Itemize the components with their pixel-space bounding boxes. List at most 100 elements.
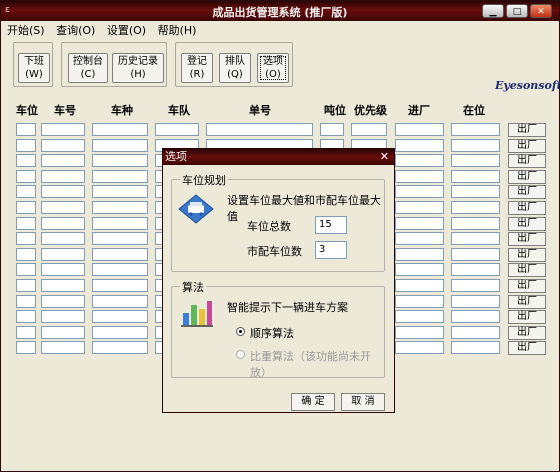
cell-present[interactable] [451, 154, 500, 168]
exit-button[interactable]: 出厂 [508, 263, 546, 278]
exit-button[interactable]: 出厂 [508, 123, 546, 137]
city-slots-input[interactable]: 3 [315, 241, 347, 259]
total-slots-input[interactable]: 15 [315, 216, 347, 234]
cell-plate[interactable] [41, 185, 85, 199]
cell-type[interactable] [92, 247, 148, 261]
exit-button[interactable]: 出厂 [508, 325, 546, 340]
cell-type[interactable] [92, 154, 148, 168]
cell-slot[interactable] [16, 247, 36, 261]
cell-plate[interactable] [41, 138, 85, 152]
cell-type[interactable] [92, 123, 148, 136]
cell-present[interactable] [451, 185, 500, 199]
cell-priority[interactable] [351, 123, 387, 136]
exit-button[interactable]: 出厂 [508, 341, 546, 356]
cell-slot[interactable] [16, 201, 36, 214]
cell-present[interactable] [451, 310, 500, 324]
exit-button[interactable]: 出厂 [508, 201, 546, 215]
cell-slot[interactable] [16, 123, 36, 136]
register-button[interactable]: 登记 (R) [181, 53, 213, 83]
cell-enter[interactable] [395, 279, 444, 292]
cell-present[interactable] [451, 201, 500, 214]
off-duty-button[interactable]: 下班 (W) [18, 53, 50, 83]
cell-plate[interactable] [41, 169, 85, 183]
cell-type[interactable] [92, 294, 148, 308]
cell-type[interactable] [92, 232, 148, 246]
radio-weighted[interactable] [236, 350, 245, 359]
cell-present[interactable] [451, 279, 500, 292]
queue-button[interactable]: 排队 (Q) [219, 53, 251, 83]
exit-button[interactable]: 出厂 [508, 294, 546, 309]
cell-enter[interactable] [395, 341, 444, 355]
cell-type[interactable] [92, 185, 148, 199]
cell-enter[interactable] [395, 169, 444, 183]
close-button[interactable]: ✕ [530, 4, 552, 18]
cancel-button[interactable]: 取 消 [341, 393, 385, 411]
ok-button[interactable]: 确 定 [291, 393, 335, 411]
options-button[interactable]: 选项 (O) [257, 53, 289, 83]
exit-button[interactable]: 出厂 [508, 232, 546, 247]
cell-slot[interactable] [16, 310, 36, 324]
cell-enter[interactable] [395, 185, 444, 199]
cell-type[interactable] [92, 216, 148, 230]
cell-present[interactable] [451, 247, 500, 261]
cell-plate[interactable] [41, 310, 85, 324]
exit-button[interactable]: 出厂 [508, 310, 546, 325]
menu-query[interactable]: 查询(O) [56, 24, 95, 37]
history-button[interactable]: 历史记录 (H) [112, 53, 164, 83]
cell-enter[interactable] [395, 247, 444, 261]
maximize-button[interactable]: □ [506, 4, 528, 18]
menu-settings[interactable]: 设置(O) [107, 24, 146, 37]
cell-enter[interactable] [395, 201, 444, 214]
menu-help[interactable]: 帮助(H) [158, 24, 197, 37]
cell-plate[interactable] [41, 325, 85, 339]
cell-enter[interactable] [395, 294, 444, 308]
exit-button[interactable]: 出厂 [508, 247, 546, 262]
cell-type[interactable] [92, 325, 148, 339]
cell-plate[interactable] [41, 341, 85, 355]
exit-button[interactable]: 出厂 [508, 169, 546, 184]
cell-present[interactable] [451, 169, 500, 183]
cell-plate[interactable] [41, 263, 85, 277]
cell-present[interactable] [451, 232, 500, 246]
cell-present[interactable] [451, 263, 500, 277]
cell-enter[interactable] [395, 325, 444, 339]
cell-order[interactable] [206, 123, 313, 136]
cell-slot[interactable] [16, 341, 36, 355]
cell-present[interactable] [451, 325, 500, 339]
cell-enter[interactable] [395, 154, 444, 168]
cell-plate[interactable] [41, 294, 85, 308]
cell-enter[interactable] [395, 216, 444, 230]
dialog-close-icon[interactable]: ✕ [380, 149, 389, 165]
cell-type[interactable] [92, 310, 148, 324]
exit-button[interactable]: 出厂 [508, 216, 546, 231]
cell-slot[interactable] [16, 279, 36, 292]
exit-button[interactable]: 出厂 [508, 154, 546, 169]
cell-enter[interactable] [395, 232, 444, 246]
cell-plate[interactable] [41, 232, 85, 246]
cell-enter[interactable] [395, 310, 444, 324]
cell-type[interactable] [92, 169, 148, 183]
console-button[interactable]: 控制台 (C) [68, 53, 108, 83]
cell-tonnage[interactable] [320, 123, 344, 136]
cell-slot[interactable] [16, 325, 36, 339]
cell-plate[interactable] [41, 123, 85, 136]
cell-slot[interactable] [16, 216, 36, 230]
cell-type[interactable] [92, 201, 148, 214]
cell-plate[interactable] [41, 154, 85, 168]
cell-plate[interactable] [41, 279, 85, 292]
cell-plate[interactable] [41, 216, 85, 230]
cell-present[interactable] [451, 123, 500, 136]
cell-enter[interactable] [395, 263, 444, 277]
exit-button[interactable]: 出厂 [508, 279, 546, 293]
cell-slot[interactable] [16, 169, 36, 183]
minimize-button[interactable]: ▁ [482, 4, 504, 18]
cell-type[interactable] [92, 263, 148, 277]
cell-slot[interactable] [16, 154, 36, 168]
exit-button[interactable]: 出厂 [508, 138, 546, 153]
menu-start[interactable]: 开始(S) [7, 24, 45, 37]
cell-slot[interactable] [16, 138, 36, 152]
cell-slot[interactable] [16, 294, 36, 308]
cell-present[interactable] [451, 216, 500, 230]
cell-present[interactable] [451, 138, 500, 152]
cell-plate[interactable] [41, 247, 85, 261]
